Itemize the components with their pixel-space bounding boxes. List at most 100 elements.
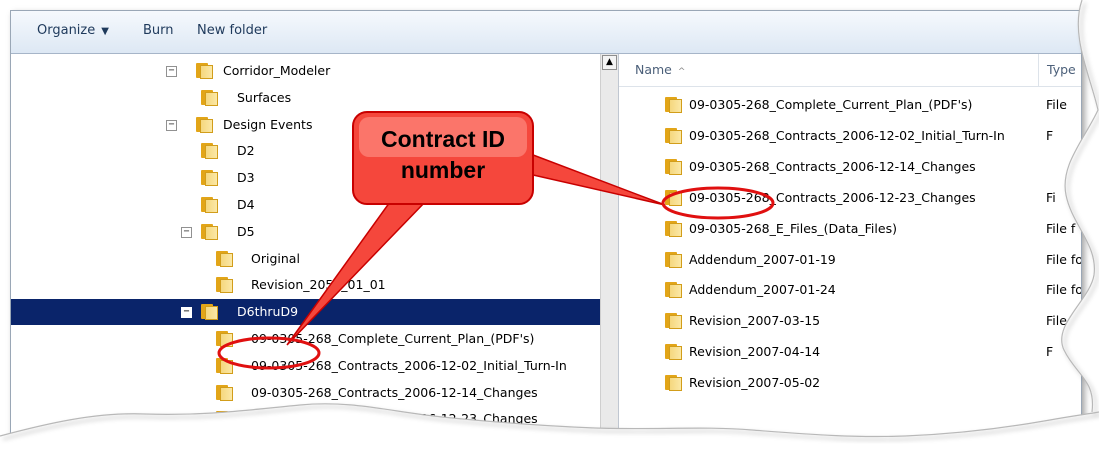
list-item[interactable]: 09-0305-268_Complete_Current_Plan_(PDF's… (619, 92, 1081, 118)
list-item-name: 09-0305-268_Complete_Current_Plan_(PDF's… (689, 97, 973, 112)
column-header-name-label: Name (635, 62, 672, 77)
list-item-type: File (1046, 97, 1067, 112)
tree-item[interactable]: 09-0305-268_Complete_Current_Plan_(PDF's… (11, 326, 600, 352)
scroll-up-icon[interactable]: ▲ (602, 55, 617, 70)
folder-icon (201, 89, 218, 106)
list-item[interactable]: Revision_2007-03-15 File (619, 308, 1081, 334)
list-item[interactable]: 09-0305-268_Contracts_2006-12-14_Changes (619, 154, 1081, 180)
callout-line-2: number (400, 157, 486, 183)
tree-item-label: D6thruD9 (237, 304, 299, 320)
list-item-name: 09-0305-268_E_Files_(Data_Files) (689, 220, 897, 236)
burn-label: Burn (143, 23, 174, 38)
organize-button[interactable]: Organize ▼ (37, 23, 109, 38)
command-bar: Organize ▼ Burn New folder (11, 11, 1081, 54)
tree-item-label: D3 (237, 170, 255, 186)
folder-icon (201, 223, 218, 240)
new-folder-button[interactable]: New folder (197, 23, 267, 38)
list-item-name: Revision_2007-03-15 (689, 313, 821, 329)
folder-icon (216, 357, 233, 374)
list-item-name: 09-0305-268_Contracts_2006-12-23_Changes (689, 189, 976, 205)
collapse-icon[interactable]: − (181, 226, 192, 238)
burn-button[interactable]: Burn (143, 23, 174, 38)
tree-item[interactable]: − D6thruD9 (11, 299, 600, 326)
folder-icon (665, 127, 682, 144)
list-item-type: File (1046, 313, 1067, 329)
list-item-type: F (1046, 127, 1054, 143)
list-item-name: 09-0305-268_Contracts_2006-12-02_Initial… (689, 127, 1005, 143)
tree-item-label: D5 (237, 223, 255, 239)
collapse-icon[interactable]: − (166, 66, 177, 77)
folder-icon (216, 331, 233, 347)
list-item-name: Addendum_2007-01-24 (689, 282, 836, 298)
tree-item[interactable]: 09-0305-268_Contracts_2006-12-14_Changes (11, 380, 600, 406)
folder-icon (665, 220, 682, 237)
folder-icon (201, 143, 218, 160)
list-item-name: Revision_2007-04-14 (689, 344, 821, 360)
tree-item[interactable]: − D5 (11, 219, 600, 245)
list-item-name: Revision_2007-05-02 (689, 375, 821, 391)
folder-icon (665, 344, 682, 361)
list-item[interactable]: 09-0305-268_Contracts_2006-12-23_Changes… (619, 185, 1081, 211)
folder-icon (665, 375, 682, 392)
folder-icon (665, 97, 682, 113)
tree-item[interactable]: Surfaces (11, 85, 600, 111)
tree-item[interactable]: Original (11, 246, 600, 272)
folder-icon (201, 197, 218, 213)
list-item[interactable]: Addendum_2007-01-24 File fol (619, 277, 1081, 303)
column-header-name[interactable]: Name ^ (619, 54, 1039, 86)
folder-icon (196, 116, 213, 133)
folder-icon (665, 282, 682, 299)
callout-label: Contract ID number (353, 112, 533, 204)
list-item[interactable]: 09-0305-268_E_Files_(Data_Files) File f (619, 216, 1081, 242)
folder-icon (665, 251, 682, 268)
tree-item-label: D2 (237, 143, 255, 159)
tree-item-label: 09-0305-268_Contracts_2006-12-02_Initial… (251, 357, 567, 373)
folder-icon (665, 313, 682, 330)
collapse-icon[interactable]: − (166, 119, 177, 131)
list-item[interactable]: Revision_2007-05-02 (619, 370, 1081, 396)
tree-scrollbar[interactable]: ▲ (600, 54, 618, 451)
tree-item-label: Revision_2050_01_01 (251, 277, 386, 293)
list-item-type: File fol (1046, 251, 1081, 267)
sort-ascending-icon: ^ (677, 67, 686, 77)
callout-line-1: Contract ID (381, 126, 505, 152)
list-item[interactable]: Revision_2007-04-14 F (619, 339, 1081, 365)
folder-icon (216, 384, 233, 401)
list-item-type: File f (1046, 220, 1076, 236)
tree-item-label: Corridor_Modeler (223, 63, 331, 78)
tree-item-label: 09-0305-268_Contracts_2006-12-14_Changes (251, 384, 538, 400)
folder-icon (665, 189, 682, 206)
folder-icon (196, 63, 213, 79)
file-list: Name ^ Type 09-0305-268_Complete_Current_… (618, 54, 1081, 451)
new-folder-label: New folder (197, 23, 268, 38)
folder-icon (216, 250, 233, 267)
folder-icon (201, 304, 218, 321)
column-header-bar: Name ^ Type (619, 54, 1081, 87)
list-item[interactable]: Addendum_2007-01-19 File fol (619, 247, 1081, 273)
collapse-icon[interactable]: − (181, 307, 192, 319)
tree-item-label: Surfaces (237, 89, 292, 105)
explorer-window: Organize ▼ Burn New folder − Corridor_Mode… (10, 10, 1082, 452)
list-item[interactable]: 09-0305-268_Contracts_2006-12-02_Initial… (619, 123, 1081, 149)
list-item-type: Fi (1046, 189, 1056, 205)
list-item-name: 09-0305-268_Contracts_2006-12-14_Changes (689, 158, 976, 174)
organize-label: Organize (37, 23, 96, 38)
column-header-type[interactable]: Type (1039, 54, 1081, 86)
tree-item-label: 09-0305-268_Complete_Current_Plan_(PDF's… (251, 331, 535, 346)
column-header-type-label: Type (1047, 62, 1076, 77)
list-item-type: F (1046, 344, 1054, 360)
tree-item-label: 09-0305-268_Contracts_2006-12-23_Changes (251, 411, 538, 427)
tree-item-label: Design Events (223, 116, 313, 132)
list-item-name: Addendum_2007-01-19 (689, 251, 836, 267)
tree-item[interactable]: 09-0305-268_Contracts_2006-12-02_Initial… (11, 353, 600, 379)
tree-item-label: Original (251, 250, 300, 266)
folder-icon (665, 158, 682, 175)
folder-icon (216, 411, 233, 428)
folder-icon (201, 170, 218, 187)
tree-item[interactable]: Revision_2050_01_01 (11, 272, 600, 298)
list-item-type: File fol (1046, 282, 1081, 298)
folder-icon (216, 277, 233, 294)
tree-item-label: D4 (237, 197, 255, 212)
tree-item[interactable]: 09-0305-268_Contracts_2006-12-23_Changes (11, 406, 600, 432)
tree-item[interactable]: − Corridor_Modeler (11, 58, 600, 84)
